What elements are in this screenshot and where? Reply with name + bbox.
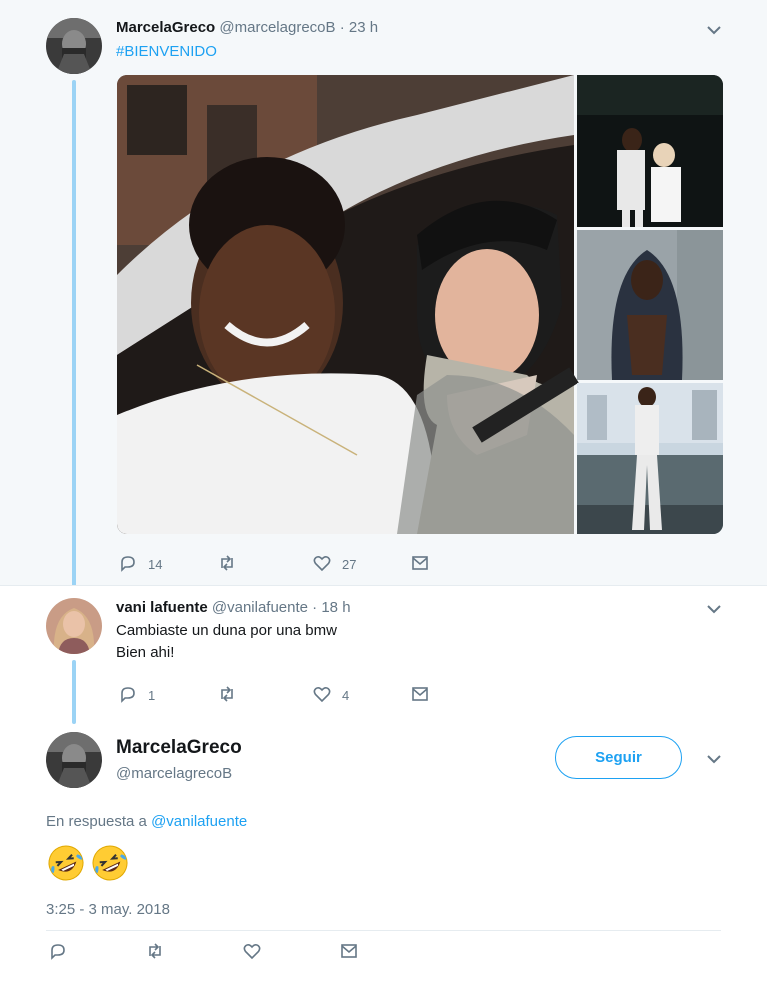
direct-message-button[interactable]	[410, 683, 430, 707]
author-name[interactable]: vani lafuente	[116, 599, 208, 616]
author-name[interactable]: MarcelaGreco	[116, 19, 215, 36]
heart-icon[interactable]	[312, 684, 332, 707]
direct-message-button[interactable]	[339, 940, 359, 964]
direct-message-button[interactable]	[410, 552, 430, 576]
like-button[interactable]: 4	[312, 683, 349, 707]
thread-connector	[72, 80, 76, 590]
tweet-text-line: Cambiaste un duna por una bmw	[116, 622, 337, 639]
author-handle[interactable]: @marcelagrecoB	[219, 19, 335, 36]
reply-prefix: En respuesta a	[46, 813, 147, 830]
retweet-icon[interactable]	[217, 553, 237, 576]
heart-icon[interactable]	[242, 941, 262, 964]
tweet-text-line: Bien ahi!	[116, 644, 175, 661]
heart-icon[interactable]	[312, 553, 332, 576]
chevron-down-icon[interactable]	[704, 749, 724, 769]
author-name[interactable]: MarcelaGreco	[116, 737, 242, 759]
envelope-icon[interactable]	[410, 684, 430, 707]
tweet-text: Cambiaste un duna por una bmw Bien ahi!	[116, 620, 337, 664]
avatar-marcelagreco[interactable]	[46, 732, 102, 788]
retweet-button[interactable]	[217, 683, 247, 707]
tweet-time[interactable]: 18 h	[321, 599, 350, 616]
author-handle[interactable]: @marcelagrecoB	[116, 765, 232, 782]
rolling-laughing-emoji-icon	[48, 845, 84, 881]
tweet-text: #BIENVENIDO	[116, 41, 217, 63]
tweet-actions	[46, 940, 376, 964]
like-button[interactable]	[242, 940, 262, 964]
author-handle[interactable]: @vanilafuente	[212, 599, 308, 616]
tweet-header: vani lafuente @vanilafuente · 18 h	[116, 599, 351, 616]
rolling-laughing-emoji-icon	[92, 845, 128, 881]
photo-collage[interactable]	[117, 75, 723, 534]
thumbnail-photo-2[interactable]	[577, 230, 723, 380]
reply-count: 14	[148, 556, 163, 572]
reply-icon[interactable]	[48, 941, 68, 964]
retweet-button[interactable]	[145, 940, 165, 964]
reply-count: 1	[148, 687, 156, 703]
divider	[46, 930, 721, 931]
retweet-icon[interactable]	[217, 684, 237, 707]
like-count: 27	[342, 556, 357, 572]
reply-button[interactable]: 14	[118, 552, 162, 576]
main-photo[interactable]	[117, 75, 579, 534]
thread-connector	[72, 660, 76, 724]
tweet-reply[interactable]: vani lafuente @vanilafuente · 18 h Cambi…	[0, 585, 767, 725]
chevron-down-icon[interactable]	[704, 599, 724, 619]
thumbnail-photo-1[interactable]	[577, 75, 723, 227]
tweet-header: MarcelaGreco @marcelagrecoB · 23 h	[116, 19, 378, 36]
reply-mention-link[interactable]: @vanilafuente	[151, 813, 247, 830]
separator-dot: ·	[312, 599, 318, 616]
retweet-icon[interactable]	[145, 941, 165, 964]
like-button[interactable]: 27	[312, 552, 356, 576]
tweet-focused[interactable]: MarcelaGreco @marcelagrecoB Seguir En re…	[0, 725, 767, 989]
reply-button[interactable]: 1	[118, 683, 155, 707]
tweet-actions: 1 4	[116, 683, 436, 707]
tweet-actions: 14 27	[116, 552, 436, 576]
reply-context: En respuesta a @vanilafuente	[46, 813, 247, 830]
follow-button[interactable]: Seguir	[555, 736, 682, 779]
chevron-down-icon[interactable]	[704, 20, 724, 40]
tweet-timestamp[interactable]: 3:25 - 3 may. 2018	[46, 901, 170, 918]
reply-button[interactable]	[48, 940, 68, 964]
avatar-marcelagreco[interactable]	[46, 18, 102, 74]
like-count: 4	[342, 687, 350, 703]
media-grid[interactable]	[117, 75, 723, 534]
hashtag-link[interactable]: #BIENVENIDO	[116, 43, 217, 60]
reply-icon[interactable]	[118, 684, 138, 707]
reply-icon[interactable]	[118, 553, 138, 576]
tweet-text	[46, 843, 130, 883]
tweet-original[interactable]: MarcelaGreco @marcelagrecoB · 23 h #BIEN…	[0, 0, 767, 590]
thumbnail-photo-3[interactable]	[577, 383, 723, 534]
retweet-button[interactable]	[217, 552, 247, 576]
tweet-time[interactable]: 23 h	[349, 19, 378, 36]
avatar-vanilafuente[interactable]	[46, 598, 102, 654]
separator-dot: ·	[339, 19, 345, 36]
envelope-icon[interactable]	[410, 553, 430, 576]
envelope-icon[interactable]	[339, 941, 359, 964]
